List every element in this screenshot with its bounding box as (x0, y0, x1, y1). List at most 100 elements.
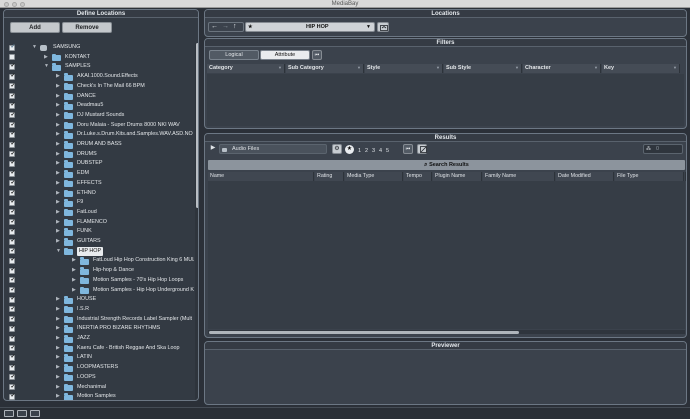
expand-arrow-icon[interactable]: ▶ (44, 53, 48, 63)
result-column-header[interactable]: Date Modified (556, 172, 614, 181)
tree-item[interactable]: ✓ ▶ DUBSTEP (4, 159, 194, 169)
tree-item[interactable]: ✓ ▶ Deadmau5 (4, 101, 194, 111)
filter-column-header[interactable]: Sub Category ▼ (286, 64, 364, 73)
expand-arrow-icon[interactable]: ▶ (56, 392, 60, 400)
tab-logical[interactable]: Logical (209, 50, 259, 60)
tree-item-checkbox[interactable]: ✓ (9, 248, 16, 255)
tree-item[interactable]: ✓ ▶ Kaeru Cafe - British Reggae And Ska Lo… (4, 344, 194, 354)
tree-item[interactable]: ✓ ▶ EFFECTS (4, 179, 194, 189)
rating-3[interactable]: 3 (372, 148, 375, 154)
expand-arrow-icon[interactable]: ▶ (56, 363, 60, 373)
filter-column-header[interactable]: Sub Style ▼ (444, 64, 522, 73)
tree-item-checkbox[interactable]: ✓ (9, 345, 16, 352)
tree-item[interactable]: ✓ ▶ HOUSE (4, 295, 194, 305)
expand-arrow-icon[interactable]: ▶ (56, 150, 60, 160)
expand-arrow-icon[interactable]: ▶ (72, 286, 76, 296)
search-results-bar[interactable]: ⌕ Search Results (208, 160, 685, 170)
show-filters-icon[interactable] (17, 410, 27, 417)
tree-item-checkbox[interactable]: ✓ (9, 354, 16, 361)
forward-arrow-icon[interactable]: → (222, 23, 229, 31)
tree-item-checkbox[interactable]: ✓ (9, 219, 16, 226)
expand-arrow-icon[interactable]: ▶ (56, 237, 60, 247)
expand-arrow-icon[interactable]: ▶ (56, 82, 60, 92)
expand-arrow-icon[interactable]: ▶ (56, 179, 60, 189)
tree-item-checkbox[interactable]: ✓ (9, 257, 16, 264)
tree-item[interactable]: ✓ ▶ I.S.R (4, 305, 194, 315)
expand-arrow-icon[interactable]: ▶ (72, 276, 76, 286)
tree-item[interactable]: ✓ ▶ Hip-hop & Dance (4, 266, 194, 276)
collapse-arrow-icon[interactable]: ▼ (44, 62, 49, 72)
back-arrow-icon[interactable]: ← (211, 23, 218, 31)
tree-item-checkbox[interactable]: ✓ (9, 190, 16, 196)
remove-button[interactable]: Remove (62, 22, 112, 33)
tree-item-checkbox[interactable] (9, 54, 15, 61)
tree-item[interactable]: ✓ ▶ FatLoud (4, 208, 194, 218)
show-previewer-icon[interactable] (30, 410, 40, 417)
expand-arrow-icon[interactable]: ▶ (56, 159, 60, 169)
tree-item[interactable]: ✓ ▶ LATIN (4, 353, 194, 363)
tree-item[interactable]: ✓ ▶ DRUMS (4, 150, 194, 160)
tree-item[interactable]: ✓ ▶ Dr.Luke.s.Drum.Kits.and.Samples.WAV.AS… (4, 130, 194, 140)
tree-item[interactable]: ✓ ▼ SAMPLES (4, 62, 194, 72)
tree-item[interactable]: ✓ ▶ LOOPMASTERS (4, 363, 194, 373)
tree-item[interactable]: ✓ ▶ DRUM AND BASS (4, 140, 194, 150)
rating-4[interactable]: 4 (379, 148, 382, 154)
expand-arrow-icon[interactable]: ▶ (56, 111, 60, 121)
lock-columns-icon[interactable]: 🔒 (685, 172, 686, 181)
expand-arrow-icon[interactable]: ▶ (56, 324, 60, 334)
expand-arrow-icon[interactable]: ▶ (56, 295, 60, 305)
tree-item-checkbox[interactable]: ✓ (9, 44, 16, 51)
tree-item[interactable]: ✓ ▶ GUITARS (4, 237, 194, 247)
tree-item[interactable]: ✓ ▶ FLAMENCO (4, 218, 194, 228)
tree-item[interactable]: ✓ ▶ Doru Malaia - Super Drums 8000 NKI WAV (4, 121, 194, 131)
result-column-header[interactable]: Media Type (345, 172, 403, 181)
tree-item-checkbox[interactable]: ✓ (9, 267, 16, 274)
tree-item-checkbox[interactable]: ✓ (9, 393, 16, 400)
expand-arrow-icon[interactable]: ▶ (56, 130, 60, 140)
rating-1[interactable]: 1 (358, 148, 361, 154)
tree-item-checkbox[interactable]: ✓ (9, 73, 16, 80)
tree-item[interactable]: ✓ ▶ DJ Mustard Sounds (4, 111, 194, 121)
tree-item[interactable]: ✓ ▶ F9 (4, 198, 194, 208)
expand-arrow-icon[interactable]: ▶ (56, 305, 60, 315)
tree-vertical-scrollbar[interactable] (195, 43, 198, 400)
rating-5[interactable]: 5 (386, 148, 389, 154)
tree-item-checkbox[interactable]: ✓ (9, 131, 16, 138)
media-type-selector[interactable]: Audio Files (219, 144, 327, 154)
filter-column-header[interactable]: Category ▼ (207, 64, 285, 73)
tree-item-checkbox[interactable]: ✓ (9, 93, 16, 99)
result-column-header[interactable]: Plugin Name (433, 172, 482, 181)
tree-item-checkbox[interactable]: ✓ (9, 160, 16, 167)
up-arrow-icon[interactable]: ↑ (233, 23, 237, 31)
filter-column-header[interactable]: Style ▼ (365, 64, 443, 73)
tree-item-checkbox[interactable]: ✓ (9, 228, 16, 235)
tree-item[interactable]: ▶ KONTAKT (4, 53, 194, 63)
location-selector[interactable]: ★ HIP HOP ▼ (245, 22, 375, 32)
expand-arrow-icon[interactable]: ▶ (56, 315, 60, 325)
tree-item[interactable]: ✓ ▶ Motion Samples - 70's Hip Hop Loops (4, 276, 194, 286)
tree-item[interactable]: ✓ ▼ HIP HOP (4, 246, 194, 257)
tree-item-checkbox[interactable]: ✓ (9, 296, 16, 303)
expand-arrow-icon[interactable]: ▶ (56, 198, 60, 208)
tree-item[interactable]: ✓ ▶ EDM (4, 169, 194, 179)
tree-item[interactable]: ✓ ▶ Industrial Strength Records Label Samp… (4, 315, 194, 325)
result-column-header[interactable]: Family Name (483, 172, 555, 181)
expand-arrow-icon[interactable]: ▶ (56, 208, 60, 218)
tree-item[interactable]: ✓ ▶ LOOPS (4, 373, 194, 383)
collapse-arrow-icon[interactable]: ▼ (32, 43, 37, 53)
tree-item-checkbox[interactable]: ✓ (9, 384, 16, 390)
result-column-header[interactable]: Name (208, 172, 314, 181)
tree-item-checkbox[interactable]: ✓ (9, 83, 16, 90)
expand-arrow-icon[interactable]: ▶ (56, 140, 60, 150)
random-icon[interactable] (417, 144, 427, 154)
rating-star-icon[interactable]: ★ (345, 145, 354, 154)
tree-item-checkbox[interactable]: ✓ (9, 112, 16, 119)
tree-item-checkbox[interactable]: ✓ (9, 141, 16, 148)
tree-item-checkbox[interactable]: ✓ (9, 287, 16, 293)
tree-item[interactable]: ✓ ▶ DANCE (4, 92, 194, 102)
filter-column-header[interactable]: Key ▼ (602, 64, 680, 73)
expand-arrow-icon[interactable]: ▶ (56, 344, 60, 354)
tree-item[interactable]: ✓ ▶ FUNK (4, 227, 194, 237)
tree-item[interactable]: ✓ ▼ SAMSUNG (4, 43, 194, 53)
tree-item[interactable]: ✓ ▶ Check's In The Mail 66 BPM (4, 82, 194, 92)
